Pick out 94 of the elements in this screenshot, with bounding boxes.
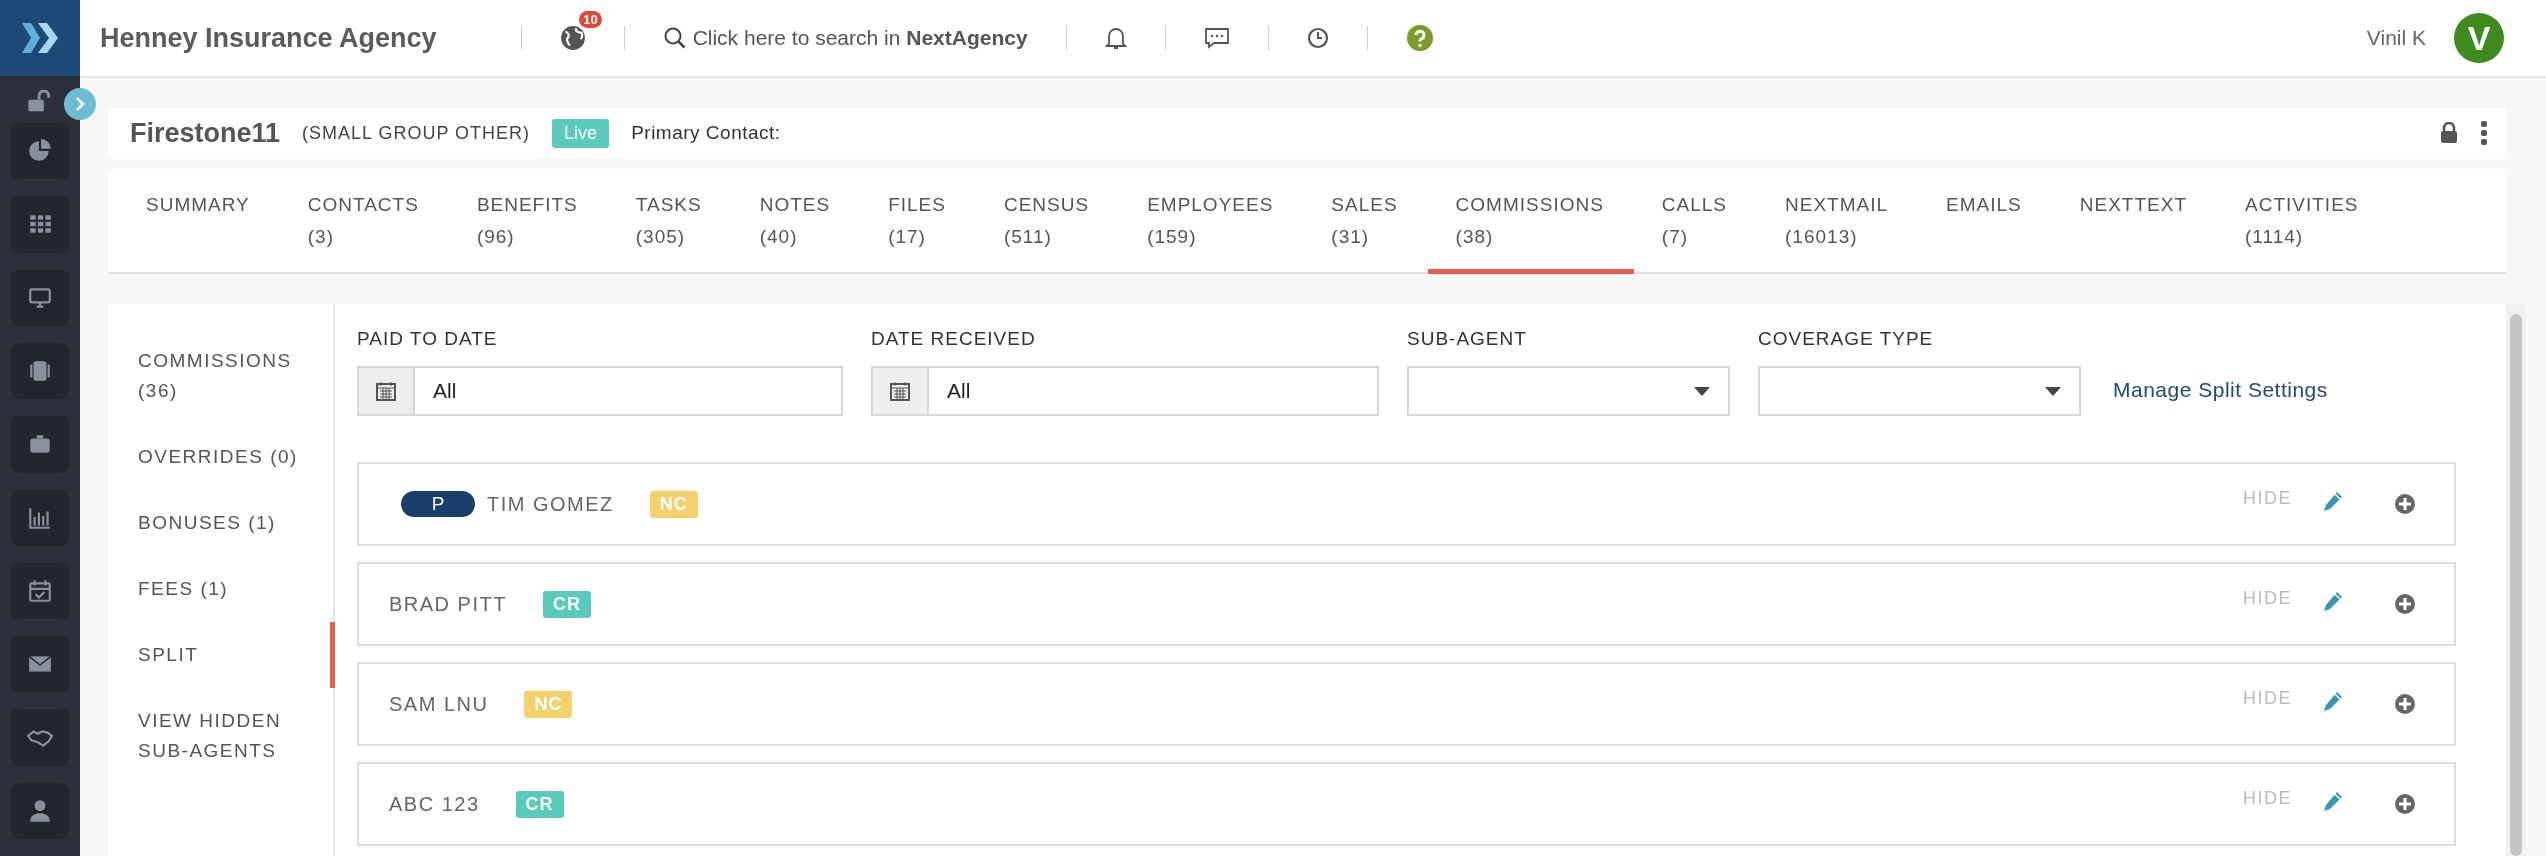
record-tab[interactable]: EMAILS <box>1918 170 2052 274</box>
agency-name: Henney Insurance Agency <box>100 22 437 54</box>
calendar-check-icon <box>27 577 53 604</box>
record-tab[interactable]: COMMISSIONS (38) <box>1427 170 1634 274</box>
plus-circle-icon <box>2394 793 2416 815</box>
pencil-icon <box>2322 790 2344 812</box>
mail-nav-button[interactable] <box>11 636 69 693</box>
lock-icon[interactable] <box>2440 122 2458 144</box>
search-icon <box>662 26 687 50</box>
pencil-icon <box>2322 590 2344 612</box>
record-tab[interactable]: NEXTTEXT <box>2051 170 2217 274</box>
record-tab[interactable]: SALES (31) <box>1303 170 1428 274</box>
section-nav-item[interactable]: VIEW HIDDEN SUB-AGENTS <box>108 688 335 784</box>
filter-label: SUB-AGENT <box>1407 328 1528 350</box>
edit-button[interactable] <box>2322 690 2344 712</box>
section-nav-item[interactable]: SPLIT <box>108 622 335 688</box>
caret-icon <box>1694 386 1710 396</box>
record-tab[interactable]: ACTIVITIES (1114) <box>2217 170 2389 274</box>
user-name: Vinil K <box>2366 26 2426 50</box>
more-options-icon[interactable] <box>2480 120 2488 146</box>
handshake-nav-button[interactable] <box>11 709 69 766</box>
record-tab[interactable]: EMPLOYEES (159) <box>1119 170 1304 274</box>
edit-button[interactable] <box>2322 790 2344 812</box>
agent-tag: NC <box>649 490 698 518</box>
record-tab[interactable]: SUMMARY <box>118 170 280 274</box>
briefcase-nav-button[interactable] <box>11 416 69 473</box>
agent-tag: CR <box>515 790 564 818</box>
record-tab[interactable]: CONTACTS (3) <box>279 170 449 274</box>
filter-label: COVERAGE TYPE <box>1758 328 1935 350</box>
date-range-field[interactable]: All <box>415 366 843 416</box>
add-button[interactable] <box>2394 493 2416 515</box>
record-tab[interactable]: NOTES (40) <box>731 170 861 274</box>
section-nav-item[interactable]: OVERRIDES (0) <box>108 424 335 490</box>
primary-contact-label: Primary Contact: <box>631 122 781 144</box>
agent-tag: CR <box>542 590 591 618</box>
add-button[interactable] <box>2394 693 2416 715</box>
edit-button[interactable] <box>2322 490 2344 512</box>
chat-icon[interactable] <box>1203 26 1230 50</box>
pencil-icon <box>2322 690 2344 712</box>
dropdown-field[interactable] <box>1758 366 2081 416</box>
filter-label: DATE RECEIVED <box>871 328 1037 350</box>
pie-chart-nav-button[interactable] <box>11 123 69 180</box>
record-tab[interactable]: NEXTMAIL (16013) <box>1757 170 1919 274</box>
clock-icon[interactable] <box>1306 27 1329 49</box>
calendar-check-nav-button[interactable] <box>11 562 69 620</box>
search-button[interactable]: Click here to search in NextAgency <box>662 26 1028 50</box>
record-tab[interactable]: BENEFITS (96) <box>448 170 608 274</box>
record-tab[interactable]: FILES (17) <box>860 170 976 274</box>
globe-icon[interactable] <box>559 25 586 51</box>
book-nav-button[interactable] <box>11 342 69 400</box>
calendar-button[interactable] <box>357 366 415 416</box>
agent-name: SAM LNU <box>389 692 489 716</box>
add-button[interactable] <box>2394 593 2416 615</box>
record-tab[interactable]: TASKS (305) <box>607 170 732 274</box>
caret-icon <box>2045 386 2061 396</box>
filter-label: PAID TO DATE <box>357 328 499 350</box>
calendar-icon <box>889 380 911 402</box>
expand-sidebar-button[interactable] <box>64 88 96 120</box>
manage-split-settings-link[interactable]: Manage Split Settings <box>2113 378 2328 402</box>
calendar-button[interactable] <box>871 366 929 416</box>
monitor-nav-button[interactable] <box>11 269 69 326</box>
plus-circle-icon <box>2394 493 2416 515</box>
agent-name: TIM GOMEZ <box>487 492 614 516</box>
group-name: Firestone11 <box>130 117 281 149</box>
record-tab[interactable]: CALLS (7) <box>1633 170 1758 274</box>
user-avatar[interactable]: V <box>2454 13 2504 63</box>
pencil-icon <box>2322 490 2344 512</box>
user-icon <box>27 797 53 824</box>
add-button[interactable] <box>2394 793 2416 815</box>
agent-tag: NC <box>524 690 573 718</box>
agent-name: BRAD PITT <box>389 592 507 616</box>
chevron-right-icon <box>74 97 86 111</box>
plus-circle-icon <box>2394 593 2416 615</box>
help-icon[interactable] <box>1405 24 1434 52</box>
record-tab[interactable]: CENSUS (511) <box>975 170 1120 274</box>
primary-badge: P <box>401 491 475 517</box>
group-type: (SMALL GROUP OTHER) <box>302 122 531 144</box>
dropdown-field[interactable] <box>1407 366 1730 416</box>
bar-chart-nav-button[interactable] <box>11 489 69 546</box>
user-nav-button[interactable] <box>11 782 69 839</box>
status-tag: Live <box>552 118 610 148</box>
scrollbar-thumb[interactable] <box>2510 314 2522 856</box>
section-nav-item[interactable]: COMMISSIONS (36) <box>108 328 335 424</box>
notification-count-badge: 10 <box>579 11 602 28</box>
agent-name: ABC 123 <box>389 792 480 816</box>
edit-button[interactable] <box>2322 590 2344 612</box>
app-logo-icon[interactable] <box>0 0 80 76</box>
plus-circle-icon <box>2394 693 2416 715</box>
calendar-icon <box>375 380 397 402</box>
section-nav-item[interactable]: FEES (1) <box>108 556 335 622</box>
bell-icon[interactable] <box>1104 26 1127 50</box>
grid-nav-button[interactable] <box>11 196 69 253</box>
section-nav-item[interactable]: BONUSES (1) <box>108 490 335 556</box>
date-range-field[interactable]: All <box>929 366 1379 416</box>
